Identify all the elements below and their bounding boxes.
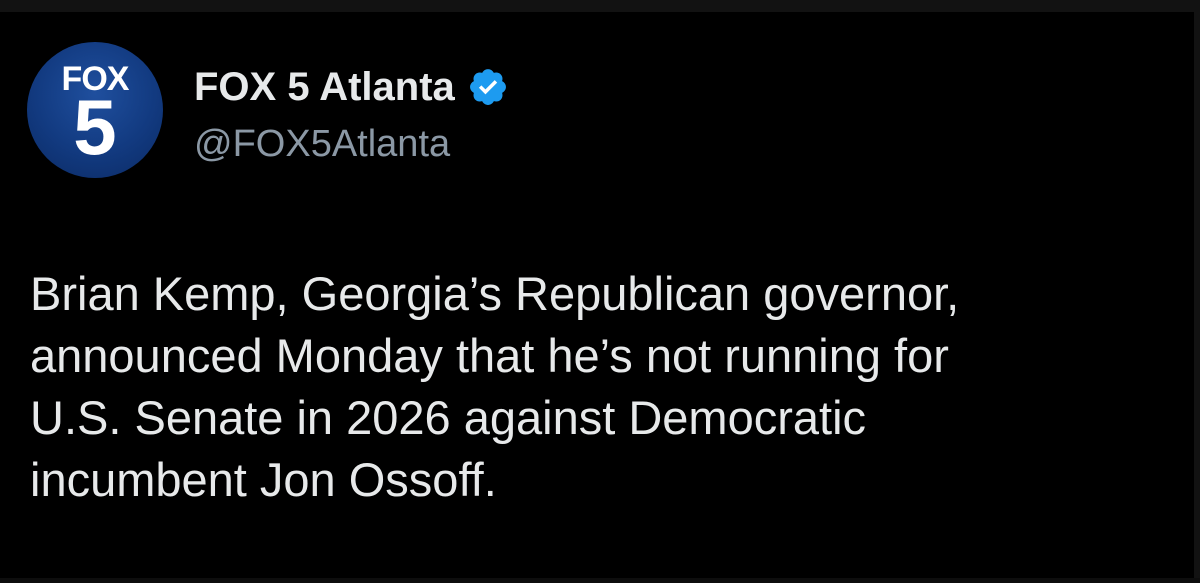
- tweet-author-header: FOX 5 FOX 5 Atlanta @FOX5Atlanta: [27, 42, 509, 178]
- verified-check-icon[interactable]: [467, 66, 509, 108]
- author-avatar[interactable]: FOX 5: [27, 42, 163, 178]
- tweet-body-text: Brian Kemp, Georgia’s Republican governo…: [30, 267, 960, 507]
- avatar-channel-number: 5: [73, 83, 117, 171]
- tweet-screenshot: FOX 5 FOX 5 Atlanta @FOX5Atlanta Brian K…: [0, 0, 1200, 583]
- bottom-edge-bar: [0, 578, 1200, 583]
- author-display-name[interactable]: FOX 5 Atlanta: [194, 67, 455, 107]
- author-handle[interactable]: @FOX5Atlanta: [194, 125, 509, 163]
- top-edge-bar: [0, 0, 1200, 12]
- display-name-row: FOX 5 Atlanta: [194, 57, 509, 117]
- right-edge-bar: [1194, 0, 1200, 583]
- author-names: FOX 5 Atlanta @FOX5Atlanta: [194, 57, 509, 163]
